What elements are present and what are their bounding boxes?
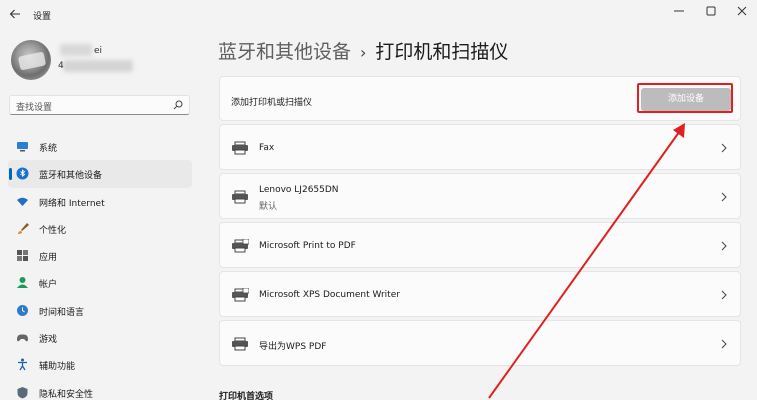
breadcrumb-separator: › [360,43,367,62]
brush-icon [16,222,29,235]
printer-icon [231,141,249,155]
minimize-icon[interactable] [671,4,687,18]
apps-icon [16,249,29,262]
section-title-printer-preferences: 打印机首选项 [219,392,274,400]
printer-row[interactable]: 导出为WPS PDF [219,320,741,366]
sidebar-item-label: 时间和语言 [39,307,85,318]
printer-name: Microsoft XPS Document Writer [259,290,400,300]
chevron-right-icon [720,290,727,300]
breadcrumb-parent[interactable]: 蓝牙和其他设备 [218,41,351,63]
search-placeholder: 查找设置 [16,103,53,113]
sidebar-item-label: 游戏 [39,335,58,346]
sidebar-item-label: 蓝牙和其他设备 [39,171,103,182]
sidebar-item-apps[interactable]: 应用 [8,242,192,269]
printer-name: Fax [259,143,275,153]
sidebar-item-network[interactable]: 网络和 Internet [8,188,192,215]
monitor-icon [16,140,29,153]
sidebar-item-gaming[interactable]: 游戏 [8,324,192,351]
close-icon[interactable] [734,4,750,18]
sidebar-item-label: 辅助功能 [39,362,76,373]
sidebar-item-label: 个性化 [39,225,67,236]
sidebar-item-personalization[interactable]: 个性化 [8,215,192,242]
chevron-right-icon [720,143,727,153]
search-input[interactable]: 查找设置 [9,95,190,115]
printer-status: 默认 [259,202,278,212]
sidebar-item-label: 应用 [39,253,58,264]
accessibility-icon [16,358,29,371]
sidebar-item-privacy[interactable]: 隐私和安全性 [8,379,192,400]
title-bar: 设置 [0,0,757,30]
clock-globe-icon [16,304,29,317]
printer-icon [231,337,249,351]
annotation-highlight-box [637,83,733,113]
gamepad-icon [16,331,29,344]
maximize-icon[interactable] [703,4,719,18]
sidebar-item-label: 隐私和安全性 [39,389,94,400]
printer-row[interactable]: Lenovo LJ2655DN 默认 [219,173,741,219]
printer-icon [231,287,250,302]
arrow-left-icon[interactable] [8,7,22,21]
printer-name: 导出为WPS PDF [259,342,327,352]
sidebar-item-label: 系统 [39,144,58,154]
user-name: ei [94,46,103,56]
sidebar-item-label: 帐户 [39,280,58,291]
wifi-icon [16,195,29,208]
sidebar-item-time-language[interactable]: 时间和语言 [8,297,192,324]
user-email-redaction [63,60,133,72]
printer-name: Microsoft Print to PDF [259,241,356,251]
printer-row[interactable]: Microsoft XPS Document Writer [219,271,741,317]
search-icon[interactable] [173,100,183,110]
sidebar-item-accessibility[interactable]: 辅助功能 [8,351,192,378]
user-email: 4 [58,61,64,71]
printer-name: Lenovo LJ2655DN [259,185,339,195]
sidebar-nav: 系统 蓝牙和其他设备 网络和 Internet 个性化 应用 帐户 时间和语言 … [8,133,192,400]
app-title: 设置 [33,12,52,22]
shield-icon [16,386,29,399]
user-name-redaction [60,44,92,56]
printer-icon [231,190,249,204]
chevron-right-icon [720,241,727,251]
add-device-label: 添加打印机或扫描仪 [231,98,313,108]
person-icon [16,276,29,289]
avatar[interactable] [11,40,51,80]
printer-icon [231,238,250,253]
breadcrumb: 蓝牙和其他设备 › 打印机和扫描仪 [218,37,508,64]
chevron-right-icon [720,192,727,202]
printer-row[interactable]: Microsoft Print to PDF [219,222,741,268]
bluetooth-icon [16,167,29,180]
printer-row[interactable]: Fax [219,124,741,170]
sidebar-item-label: 网络和 Internet [39,198,105,209]
sidebar-item-accounts[interactable]: 帐户 [8,269,192,296]
sidebar-item-bluetooth-devices[interactable]: 蓝牙和其他设备 [8,160,192,188]
page-title: 打印机和扫描仪 [375,41,509,63]
sidebar-item-system[interactable]: 系统 [8,133,192,160]
chevron-right-icon [720,339,727,349]
